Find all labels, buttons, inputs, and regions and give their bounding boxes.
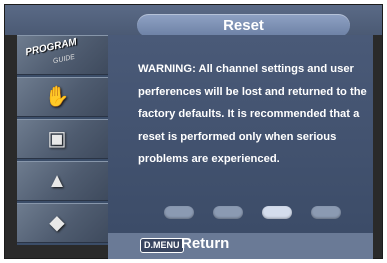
setup-icon: ◆ (49, 212, 65, 234)
channel-icon: ✋ (44, 86, 70, 108)
pin-dot (164, 206, 194, 219)
sidebar-item-setup[interactable]: ◆ (17, 203, 108, 243)
menu-title: Reset (137, 14, 350, 37)
sidebar-item-program-guide[interactable]: PROGRAM GUIDE (17, 35, 108, 75)
sidebar-item-picture[interactable]: ▣ (17, 119, 108, 159)
return-label[interactable]: Return (181, 235, 229, 252)
pin-dot (213, 206, 243, 219)
pin-dot (311, 206, 341, 219)
program-guide-sublabel: GUIDE (52, 53, 76, 66)
sound-icon: ▲ (47, 170, 67, 192)
tv-osd-screen: Reset PROGRAM GUIDE ✋ ▣ ▲ ◆ WARNING: All… (0, 0, 387, 263)
pin-dot-active[interactable] (262, 206, 292, 219)
dmenu-button-icon[interactable]: D.MENU (140, 238, 184, 253)
sidebar-item-sound[interactable]: ▲ (17, 161, 108, 201)
warning-text: WARNING: All channel settings and user p… (138, 63, 367, 165)
sidebar-item-channel[interactable]: ✋ (17, 77, 108, 117)
picture-icon: ▣ (47, 128, 67, 150)
